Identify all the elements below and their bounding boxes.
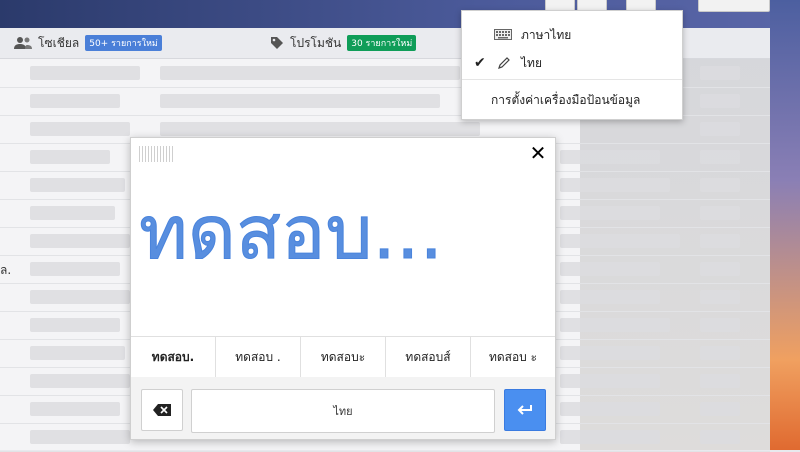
candidate-bar: ทดสอบ. ทดสอบ . ทดสอบะ ทดสอบส์ ทดสอบ ะ	[131, 336, 555, 378]
space-button[interactable]: ไทย	[191, 389, 495, 433]
candidate-item[interactable]: ทดสอบ.	[131, 337, 216, 377]
tab-promotions[interactable]: โปรโมชัน 30 รายการใหม่	[270, 28, 417, 58]
handwriting-strokes: ทดสอบ...	[139, 190, 444, 277]
drag-handle[interactable]	[139, 146, 175, 162]
handwritten-text: ทดสอบ...	[139, 190, 443, 276]
handwriting-input-panel: ✕ ทดสอบ... ทดสอบ. ทดสอบ . ทดสอบะ ทดสอบส์…	[130, 137, 556, 440]
candidate-item[interactable]: ทดสอบ .	[216, 337, 301, 377]
enter-icon	[517, 405, 532, 415]
space-button-label: ไทย	[333, 405, 353, 418]
handwriting-controls: ไทย	[131, 377, 555, 439]
desktop-wallpaper	[770, 0, 800, 450]
menu-item-thai-handwriting[interactable]: ✔ ไทย	[462, 50, 682, 76]
enter-button[interactable]	[504, 389, 546, 431]
menu-item-input-settings[interactable]: การตั้งค่าเครื่องมือป้อนข้อมูล	[462, 87, 682, 113]
candidate-item[interactable]: ทดสอบส์	[386, 337, 471, 377]
menu-divider	[462, 79, 682, 80]
checkmark-icon: ✔	[474, 55, 486, 71]
candidate-item[interactable]: ทดสอบะ	[301, 337, 386, 377]
toolbar-button[interactable]	[698, 0, 770, 12]
menu-item-thai-keyboard[interactable]: ภาษาไทย	[462, 22, 682, 48]
people-icon	[14, 37, 32, 49]
pencil-icon	[498, 57, 510, 69]
tab-social-badge: 50+ รายการใหม่	[85, 35, 162, 51]
handwriting-canvas[interactable]: ทดสอบ...	[131, 168, 555, 336]
truncated-text: ล.	[0, 263, 12, 277]
tab-promotions-badge: 30 รายการใหม่	[347, 35, 417, 51]
keyboard-icon	[494, 29, 512, 40]
close-icon[interactable]: ✕	[527, 142, 549, 164]
menu-item-label: ไทย	[521, 55, 542, 70]
menu-item-label: ภาษาไทย	[521, 27, 572, 42]
tag-icon	[271, 37, 283, 49]
backspace-button[interactable]	[141, 389, 183, 431]
backspace-icon	[153, 404, 171, 416]
tab-social-label: โซเชียล	[38, 35, 80, 50]
tab-promotions-label: โปรโมชัน	[290, 35, 342, 50]
menu-item-label: การตั้งค่าเครื่องมือป้อนข้อมูล	[491, 92, 641, 107]
tab-social[interactable]: โซเชียล 50+ รายการใหม่	[14, 28, 162, 58]
candidate-item[interactable]: ทดสอบ ะ	[471, 337, 555, 377]
input-tools-menu: ภาษาไทย ✔ ไทย การตั้งค่าเครื่องมือป้อนข้…	[461, 10, 683, 120]
